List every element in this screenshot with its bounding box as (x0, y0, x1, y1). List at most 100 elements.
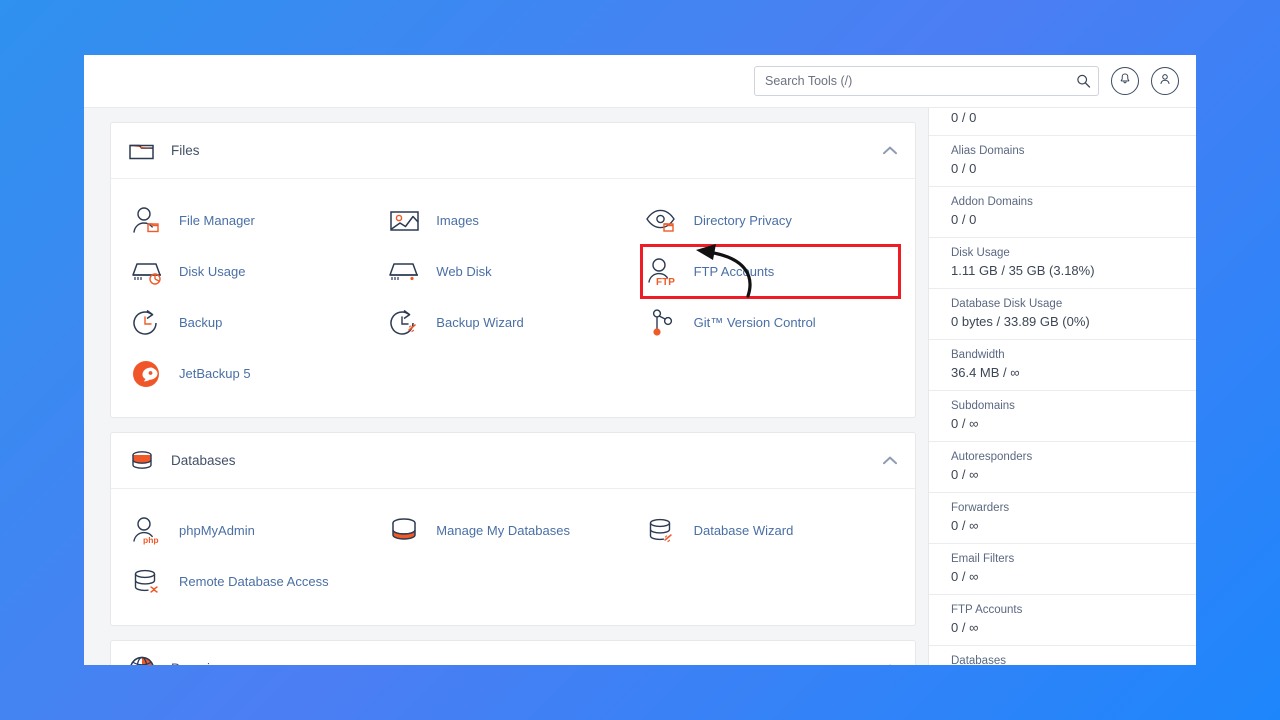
backup-wizard-icon (386, 306, 424, 340)
jetbackup-icon (129, 357, 167, 391)
tool-label: Manage My Databases (436, 523, 570, 538)
tool-label: Backup (179, 315, 223, 330)
section-databases-header[interactable]: Databases (111, 433, 915, 489)
top-bar (84, 55, 1196, 107)
tool-git-version-control[interactable]: Git™ Version Control (642, 297, 899, 348)
tool-phpmyadmin[interactable]: php phpMyAdmin (127, 505, 384, 556)
stat-row: Subdomains 0 / ∞ (929, 391, 1196, 442)
stat-row: Forwarders 0 / ∞ (929, 493, 1196, 544)
stat-row: Addon Domains 0 / 0 (929, 187, 1196, 238)
tool-manage-my-databases[interactable]: Manage My Databases (384, 505, 641, 556)
backup-icon (129, 306, 167, 340)
stat-value: 36.4 MB / ∞ (951, 365, 1020, 380)
tool-label: Web Disk (436, 264, 492, 279)
section-files: Files File Manager Images Directory Priv… (110, 122, 916, 418)
stat-value: 1.11 GB / 35 GB (3.18%) (951, 263, 1095, 278)
stat-row: Alias Domains 0 / 0 (929, 136, 1196, 187)
stat-label: Alias Domains (951, 145, 1025, 157)
tool-images[interactable]: Images (384, 195, 641, 246)
stat-label: Database Disk Usage (951, 298, 1063, 310)
search-input[interactable] (754, 66, 1099, 96)
general-information-sidebar: 0 / 0 Alias Domains 0 / 0 Addon Domains … (928, 108, 1196, 665)
stat-label: Disk Usage (951, 247, 1010, 259)
stat-value: 0 / 0 (951, 161, 977, 176)
directory-privacy-icon (644, 204, 682, 238)
tool-database-wizard[interactable]: Database Wizard (642, 505, 899, 556)
chevron-up-icon[interactable] (883, 664, 897, 665)
tool-label: Database Wizard (693, 523, 794, 538)
stat-label: Addon Domains (951, 196, 1033, 208)
remote-database-icon (129, 565, 167, 599)
stat-value: 0 / ∞ (951, 569, 979, 584)
tool-web-disk[interactable]: Web Disk (384, 246, 641, 297)
tool-label: File Manager (179, 213, 255, 228)
tool-backup[interactable]: Backup (127, 297, 384, 348)
stat-label: Forwarders (951, 502, 1010, 514)
stat-label: Email Filters (951, 553, 1015, 565)
desktop-background: Files (0, 0, 1280, 720)
section-title: Domains (171, 661, 883, 665)
section-databases: Databases php phpMyAdmin Manage My Datab… (110, 432, 916, 626)
disk-usage-icon (129, 255, 167, 289)
stat-value: 0 / ∞ (951, 518, 979, 533)
manage-databases-icon (386, 514, 424, 548)
tool-jetbackup-5[interactable]: JetBackup 5 (127, 348, 384, 399)
stat-row: FTP Accounts 0 / ∞ (929, 595, 1196, 646)
content-area: Files File Manager Images Directory Priv… (84, 107, 1196, 665)
stat-row: Autoresponders 0 / ∞ (929, 442, 1196, 493)
chevron-up-icon[interactable] (883, 146, 897, 155)
folder-icon (127, 136, 157, 166)
stat-label: FTP Accounts (951, 604, 1023, 616)
tool-label: Directory Privacy (693, 213, 792, 228)
stat-row: Email Filters 0 / ∞ (929, 544, 1196, 595)
stat-label: Databases (951, 655, 1006, 665)
stat-row: 0 / 0 (929, 108, 1196, 136)
stat-value: 0 / 0 (951, 212, 977, 227)
stat-value: 0 bytes / 33.89 GB (0%) (951, 314, 1090, 329)
tool-directory-privacy[interactable]: Directory Privacy (642, 195, 899, 246)
tool-label: Remote Database Access (179, 574, 329, 589)
stat-row: Disk Usage 1.11 GB / 35 GB (3.18%) (929, 238, 1196, 289)
cpanel-window: Files (84, 55, 1196, 665)
stat-value: 0 / ∞ (951, 620, 979, 635)
section-domains-header[interactable]: Domains (111, 641, 915, 665)
stat-row: Databases (929, 646, 1196, 665)
user-icon (1158, 72, 1172, 91)
tool-file-manager[interactable]: File Manager (127, 195, 384, 246)
stat-value: 0 / ∞ (951, 416, 979, 431)
svg-text:FTP: FTP (656, 277, 675, 287)
search-icon[interactable] (1076, 74, 1091, 89)
svg-text:php: php (143, 535, 159, 545)
chevron-up-icon[interactable] (883, 456, 897, 465)
tool-label: FTP Accounts (693, 264, 775, 279)
tool-label: JetBackup 5 (179, 366, 251, 381)
tool-ftp-accounts[interactable]: FTP FTP Accounts (639, 244, 901, 299)
tool-label: phpMyAdmin (179, 523, 255, 538)
section-files-body: File Manager Images Directory Privacy Di… (111, 179, 915, 417)
section-databases-body: php phpMyAdmin Manage My Databases Datab… (111, 489, 915, 625)
notifications-button[interactable] (1111, 67, 1139, 95)
stat-label: Autoresponders (951, 451, 1033, 463)
stat-label: Subdomains (951, 400, 1015, 412)
globe-icon (127, 654, 157, 665)
tool-label: Git™ Version Control (693, 315, 816, 330)
stat-row: Database Disk Usage 0 bytes / 33.89 GB (… (929, 289, 1196, 340)
stat-row: Bandwidth 36.4 MB / ∞ (929, 340, 1196, 391)
file-manager-icon (129, 204, 167, 238)
stat-value: 0 / ∞ (951, 467, 979, 482)
database-icon (127, 446, 157, 476)
tool-disk-usage[interactable]: Disk Usage (127, 246, 384, 297)
tool-remote-database-access[interactable]: Remote Database Access (127, 556, 384, 607)
tool-label: Disk Usage (179, 264, 246, 279)
bell-icon (1118, 72, 1132, 91)
images-icon (386, 204, 424, 238)
tool-backup-wizard[interactable]: Backup Wizard (384, 297, 641, 348)
git-icon (644, 306, 682, 340)
account-button[interactable] (1151, 67, 1179, 95)
search-container (754, 66, 1099, 96)
section-title: Files (171, 143, 200, 158)
section-title: Databases (171, 453, 236, 468)
database-wizard-icon (644, 514, 682, 548)
section-files-header[interactable]: Files (111, 123, 915, 179)
section-domains: Domains (110, 640, 916, 665)
